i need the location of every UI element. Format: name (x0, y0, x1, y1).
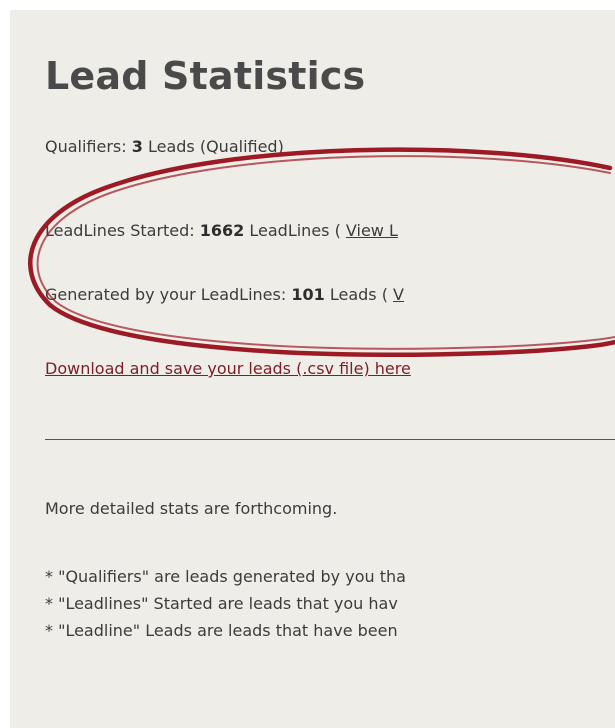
page-title: Lead Statistics (45, 54, 366, 98)
leadlines-started-suffix: LeadLines ( (244, 221, 346, 240)
generated-leads-suffix: Leads ( (324, 285, 394, 304)
qualifiers-line: Qualifiers: 3 Leads (Qualified) (45, 137, 284, 156)
download-csv-link[interactable]: Download and save your leads (.csv file)… (45, 359, 411, 378)
generated-leads-count: 101 (291, 285, 325, 304)
footnote-leadlines-started: * "Leadlines" Started are leads that you… (45, 594, 398, 613)
more-stats-text: More detailed stats are forthcoming. (45, 499, 338, 518)
leadlines-started-label: LeadLines Started: (45, 221, 200, 240)
leadlines-started-count: 1662 (199, 221, 245, 240)
view-leadlines-link[interactable]: View L (346, 221, 398, 240)
qualifiers-count: 3 (131, 137, 143, 156)
footnote-leadline-leads: * "Leadline" Leads are leads that have b… (45, 621, 398, 640)
footnote-qualifiers: * "Qualifiers" are leads generated by yo… (45, 567, 406, 586)
annotation-ellipse-stroke-inner (36, 155, 615, 350)
qualifiers-label: Qualifiers: (45, 137, 132, 156)
leadlines-started-line: LeadLines Started: 1662 LeadLines ( View… (45, 221, 398, 240)
generated-leads-label: Generated by your LeadLines: (45, 285, 292, 304)
generated-leads-line: Generated by your LeadLines: 101 Leads (… (45, 285, 404, 304)
lead-statistics-panel: Lead Statistics Qualifiers: 3 Leads (Qua… (10, 10, 615, 728)
annotation-ellipse-stroke (28, 147, 615, 357)
qualifiers-suffix: Leads (Qualified) (142, 137, 284, 156)
download-line: Download and save your leads (.csv file)… (45, 359, 411, 378)
view-generated-leads-link[interactable]: V (393, 285, 404, 304)
section-divider (45, 439, 615, 440)
